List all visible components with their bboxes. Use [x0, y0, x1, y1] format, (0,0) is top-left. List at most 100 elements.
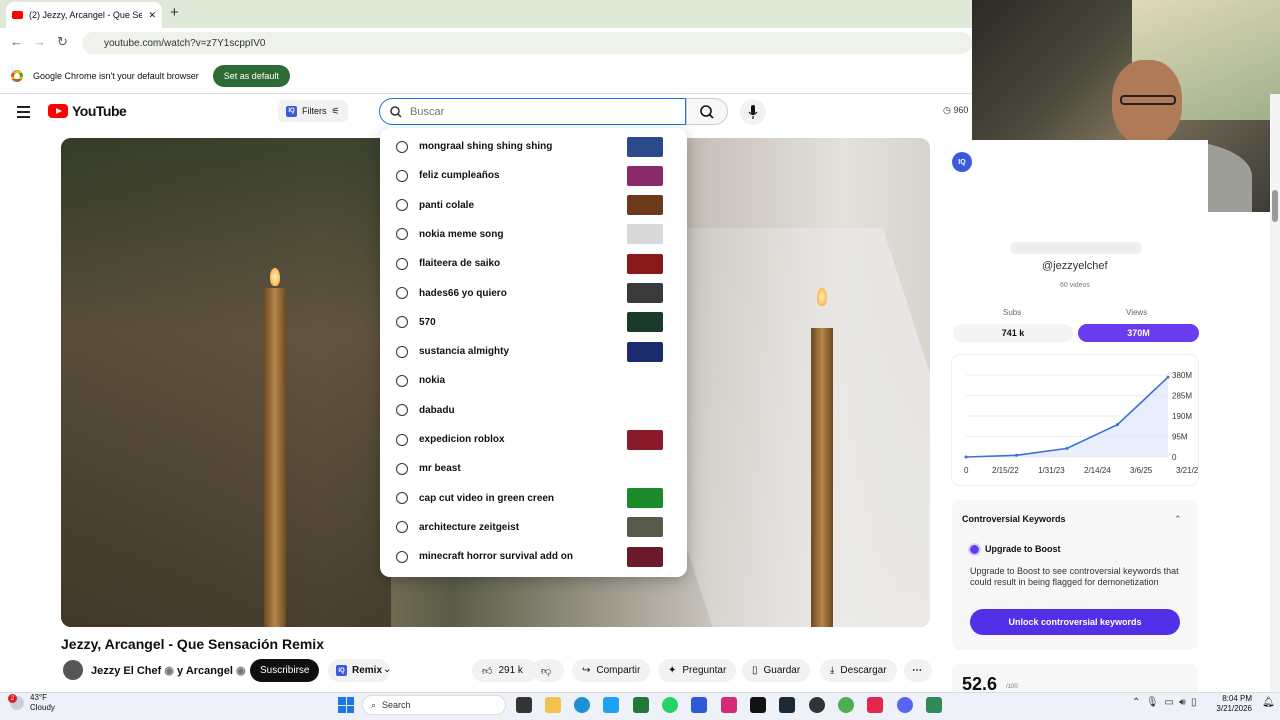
filters-button[interactable]: IQ Filters ⚟	[278, 100, 348, 122]
suggestion-text: minecraft horror survival add on	[419, 551, 573, 563]
suggestion-item[interactable]: cap cut video in green creen	[380, 484, 687, 513]
obs-icon[interactable]	[809, 697, 825, 713]
subscribe-button[interactable]: Suscribirse	[250, 659, 320, 682]
suggestion-item[interactable]: flaiteera de saiko	[380, 249, 687, 278]
chart-x-tick: 3/6/25	[1130, 466, 1153, 475]
suggestion-item[interactable]: nokia	[380, 366, 687, 395]
suggestion-text: sustancia almighty	[419, 346, 510, 358]
boost-icon	[970, 544, 979, 554]
close-tab-icon[interactable]: ✕	[148, 10, 156, 21]
chevron-up-icon[interactable]: ⌃	[1174, 514, 1182, 525]
scrollbar-thumb[interactable]	[1272, 190, 1278, 222]
whatsapp-icon[interactable]	[662, 697, 678, 713]
task-view-icon[interactable]	[516, 697, 532, 713]
chart-point	[1065, 446, 1069, 450]
browser-tab[interactable]: (2) Jezzy, Arcangel - Que Sensaci ✕	[6, 2, 162, 28]
subs-tab[interactable]: 741 k	[953, 324, 1073, 342]
search-icon: ⌕	[371, 699, 377, 710]
new-tab-button[interactable]: +	[170, 4, 179, 21]
clock[interactable]: 8:04 PM 3/21/2026	[1212, 694, 1252, 714]
chart-y-tick: 285M	[1172, 392, 1192, 401]
search-button[interactable]	[686, 98, 728, 125]
edge-icon[interactable]	[574, 697, 590, 713]
suggestion-item[interactable]: hades66 yo quiero	[380, 279, 687, 308]
suggestion-text: feliz cumpleaños	[419, 170, 500, 182]
channel-name-primary: Jezzy El Chef	[91, 665, 162, 677]
windows-start-icon[interactable]	[338, 697, 354, 713]
suggestion-item[interactable]: mr beast	[380, 454, 687, 483]
time: 8:04 PM	[1222, 694, 1252, 703]
suggestion-item[interactable]: sustancia almighty	[380, 337, 687, 366]
video-title: Jezzy, Arcangel - Que Sensación Remix	[61, 636, 324, 652]
suggestion-item[interactable]: expedicion roblox	[380, 425, 687, 454]
taskbar-search[interactable]: ⌕ Search	[362, 695, 506, 715]
suggestion-item[interactable]: feliz cumpleaños	[380, 161, 687, 190]
instagram-icon[interactable]	[721, 697, 737, 713]
suggestion-item[interactable]: mongraal shing shing shing	[380, 132, 687, 161]
suggestion-item[interactable]: dabadu	[380, 396, 687, 425]
suggestion-item[interactable]: nokia meme song	[380, 220, 687, 249]
ask-button[interactable]: ✦ Preguntar	[658, 659, 737, 682]
chart-point	[1116, 423, 1119, 427]
search-box[interactable]	[379, 98, 686, 125]
weather-widget[interactable]: 2 43°F Cloudy	[8, 693, 55, 713]
share-label: Compartir	[596, 665, 641, 676]
suggestion-item[interactable]: 570	[380, 308, 687, 337]
set-default-button[interactable]: Set as default	[212, 64, 290, 87]
channel-name[interactable]: Jezzy El Chef ◉ y Arcangel ◉	[91, 664, 246, 677]
store-icon[interactable]	[691, 697, 707, 713]
chevron-down-icon[interactable]: ⌄	[383, 664, 391, 675]
controversial-keywords-title: Controversial Keywords	[962, 514, 1066, 524]
like-button[interactable]: 👍︎ 291 k	[472, 659, 538, 682]
url-text: youtube.com/watch?v=z7Y1scppIV0	[104, 37, 266, 49]
discord-icon[interactable]	[897, 697, 913, 713]
reload-icon[interactable]: ↻	[57, 34, 68, 50]
chart-point	[964, 455, 968, 459]
suggestion-item[interactable]: panti colale	[380, 191, 687, 220]
url-field[interactable]: youtube.com/watch?v=z7Y1scppIV0	[82, 32, 972, 54]
verified-icon: ◉	[235, 665, 246, 677]
history-icon	[396, 257, 408, 270]
tiktok-icon[interactable]	[750, 697, 766, 713]
file-explorer-icon[interactable]	[545, 697, 561, 713]
thumbs-up-icon: 👍︎	[482, 665, 493, 677]
download-label: Descargar	[840, 665, 887, 676]
youtube-logo-text: YouTube	[72, 103, 127, 119]
views-tab[interactable]: 370M	[1078, 324, 1199, 342]
more-actions-button[interactable]: ⋯	[904, 659, 932, 682]
history-icon	[396, 140, 408, 153]
iq-icon: IQ	[286, 105, 297, 117]
excel-icon[interactable]	[633, 697, 649, 713]
infobar-text: Google Chrome isn't your default browser	[33, 70, 199, 81]
chart-point	[1166, 375, 1170, 379]
channel-avatar[interactable]	[63, 660, 83, 680]
youtube-play-icon	[48, 104, 68, 118]
notification-bell-icon[interactable]: 🔔︎	[1262, 697, 1275, 708]
excel-icon-2[interactable]	[926, 697, 942, 713]
views-chart-svg: 0 95M 190M 285M 380M 0 2/15/22 1/31/23 2/14/24 3/…	[964, 371, 1203, 475]
channel-name-secondary: y Arcangel	[177, 665, 233, 677]
date: 3/21/2026	[1216, 704, 1252, 713]
voice-search-button[interactable]	[740, 99, 766, 125]
chrome-icon[interactable]	[838, 697, 854, 713]
download-button[interactable]: ⤓ Descargar	[820, 659, 897, 682]
suggestion-text: mr beast	[419, 463, 461, 475]
scrollbar[interactable]	[1270, 94, 1280, 692]
suggestion-item[interactable]: minecraft horror survival add on	[380, 542, 687, 571]
back-icon[interactable]: ←	[10, 34, 23, 49]
suggestion-item[interactable]: architecture zeitgeist	[380, 513, 687, 542]
forward-icon[interactable]: →	[33, 34, 46, 49]
save-button[interactable]: ▯ Guardar	[742, 659, 811, 682]
tiktok-studio-icon[interactable]	[867, 697, 883, 713]
twitter-icon[interactable]	[603, 697, 619, 713]
share-button[interactable]: ↪ Compartir	[572, 659, 651, 682]
unlock-keywords-button[interactable]: Unlock controversial keywords	[970, 609, 1180, 635]
youtube-logo[interactable]: YouTube	[48, 103, 127, 119]
search-input[interactable]	[410, 105, 660, 118]
dislike-button[interactable]: 👎︎	[532, 659, 564, 682]
steam-icon[interactable]	[779, 697, 795, 713]
remix-button[interactable]: IQ Remix	[328, 659, 391, 682]
system-tray[interactable]: ⌃ 🎙︎ ▭ 🔊︎ ▯	[1132, 697, 1197, 708]
menu-icon[interactable]	[17, 106, 30, 121]
vidiq-icon[interactable]: IQ	[952, 152, 972, 172]
